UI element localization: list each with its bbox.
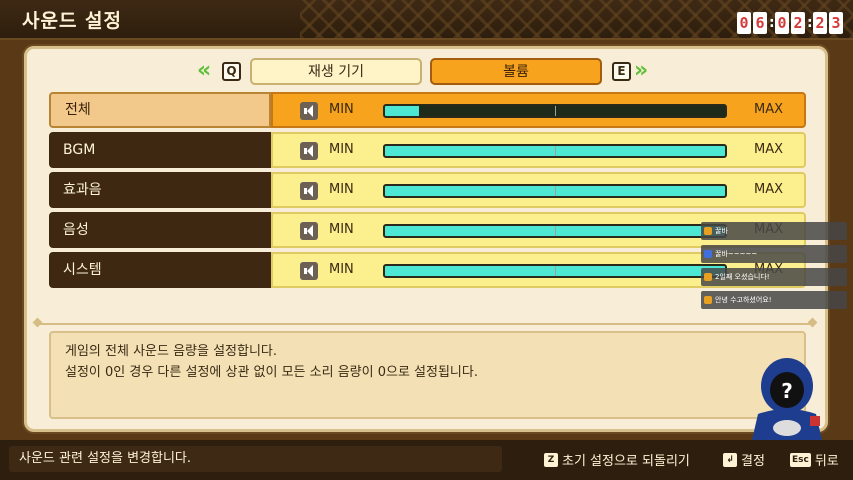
chat-text: 안녕 수고하셨어요!	[715, 296, 772, 304]
volume-slider[interactable]	[383, 144, 727, 158]
volume-slider[interactable]	[383, 184, 727, 198]
chat-badge-icon	[704, 273, 712, 281]
volume-row-voice[interactable]: 음성 MIN MAX	[49, 212, 806, 248]
streamer-avatar: ?	[752, 358, 822, 440]
next-tab-key[interactable]: E	[612, 62, 631, 81]
volume-control[interactable]: MIN MAX	[271, 132, 806, 168]
page-title: 사운드 설정	[22, 10, 123, 32]
reset-hint[interactable]: Z 초기 설정으로 되돌리기	[544, 450, 690, 469]
back-hint[interactable]: Esc 뒤로	[790, 450, 839, 469]
chevron-right-icon[interactable]: »	[634, 59, 648, 83]
slider-midpoint	[555, 146, 556, 156]
slider-midpoint	[555, 266, 556, 276]
clock-digit: 0	[775, 12, 789, 34]
clock-separator: :	[769, 15, 775, 31]
volume-row-sfx[interactable]: 효과음 MIN MAX	[49, 172, 806, 208]
svg-text:?: ?	[781, 379, 793, 403]
section-divider	[36, 323, 814, 325]
clock-digit: 0	[737, 12, 751, 34]
clock-separator: :	[807, 15, 813, 31]
max-label: MAX	[754, 182, 784, 197]
slider-midpoint	[555, 226, 556, 236]
row-label: 효과음	[49, 172, 271, 208]
max-label: MAX	[754, 142, 784, 157]
enter-key-icon: ↲	[723, 452, 737, 467]
volume-slider[interactable]	[383, 104, 727, 118]
chat-text: 꿀바	[715, 227, 728, 235]
description-box: 게임의 전체 사운드 음량을 설정합니다. 설정이 0인 경우 다른 설정에 상…	[49, 331, 806, 419]
clock-digit: 2	[791, 12, 805, 34]
tab-volume[interactable]: 볼륨	[430, 58, 602, 85]
confirm-label: 결정	[741, 454, 765, 469]
chat-message: 꿀바	[701, 222, 847, 240]
min-label: MIN	[329, 182, 354, 197]
chevron-left-icon[interactable]: «	[197, 59, 211, 83]
speaker-icon	[300, 142, 318, 160]
min-label: MIN	[329, 262, 354, 277]
description-line: 설정이 0인 경우 다른 설정에 상관 없이 모든 소리 음량이 0으로 설정됩…	[65, 365, 478, 380]
confirm-hint[interactable]: ↲ 결정	[723, 450, 765, 469]
volume-row-bgm[interactable]: BGM MIN MAX	[49, 132, 806, 168]
back-label: 뒤로	[814, 454, 839, 469]
speaker-icon	[300, 182, 318, 200]
chat-message: 2일째 오셨습니다!	[701, 268, 847, 286]
row-label: 시스템	[49, 252, 271, 288]
chat-badge-icon	[704, 296, 712, 304]
volume-control[interactable]: MIN MAX	[271, 172, 806, 208]
speaker-icon	[300, 222, 318, 240]
chat-badge-icon	[704, 250, 712, 258]
max-label: MAX	[754, 102, 784, 117]
row-label: BGM	[49, 132, 271, 168]
speaker-icon	[300, 102, 318, 120]
description-line: 게임의 전체 사운드 음량을 설정합니다.	[65, 344, 278, 359]
volume-control[interactable]: MIN MAX	[271, 92, 806, 128]
volume-row-system[interactable]: 시스템 MIN MAX	[49, 252, 806, 288]
slider-fill	[385, 106, 419, 116]
volume-slider[interactable]	[383, 264, 727, 278]
chat-text: 2일째 오셨습니다!	[715, 273, 770, 281]
clock-digit: 2	[813, 12, 827, 34]
min-label: MIN	[329, 102, 354, 117]
esc-key: Esc	[790, 452, 811, 467]
slider-midpoint	[555, 186, 556, 196]
speaker-icon	[300, 262, 318, 280]
min-label: MIN	[329, 222, 354, 237]
row-label: 음성	[49, 212, 271, 248]
clock-digit: 3	[829, 12, 843, 34]
tab-playback-device[interactable]: 재생 기기	[250, 58, 422, 85]
chat-message: 꿀바~~~~~	[701, 245, 847, 263]
prev-tab-key[interactable]: Q	[222, 62, 241, 81]
slider-midpoint	[555, 106, 556, 116]
clock: 0 6 : 0 2 : 2 3	[737, 12, 843, 34]
status-message: 사운드 관련 설정을 변경합니다.	[9, 446, 502, 472]
volume-slider[interactable]	[383, 224, 727, 238]
reset-label: 초기 설정으로 되돌리기	[562, 454, 690, 469]
chat-badge-icon	[704, 227, 712, 235]
min-label: MIN	[329, 142, 354, 157]
clock-digit: 6	[753, 12, 767, 34]
chat-text: 꿀바~~~~~	[715, 250, 758, 258]
row-label: 전체	[49, 92, 271, 128]
volume-row-master[interactable]: 전체 MIN MAX	[49, 92, 806, 128]
reset-key: Z	[544, 452, 558, 467]
chat-message: 안녕 수고하셨어요!	[701, 291, 847, 309]
top-bar	[0, 0, 853, 40]
